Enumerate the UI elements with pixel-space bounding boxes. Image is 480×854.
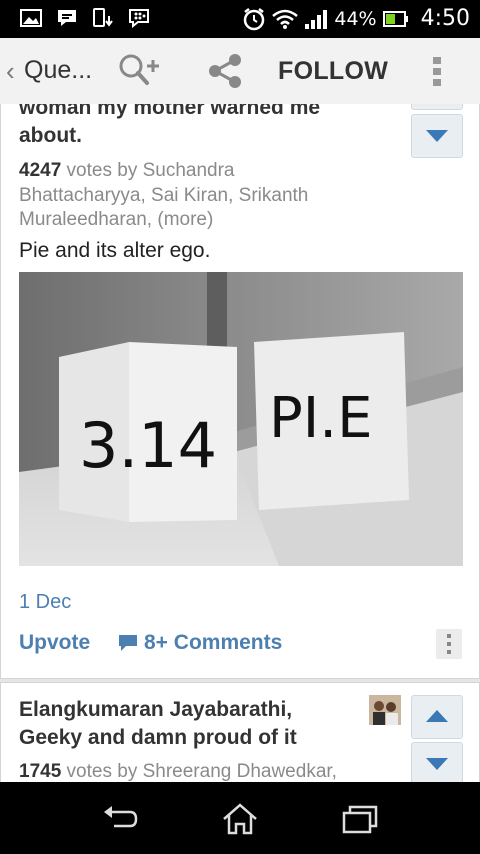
add-user-icon[interactable] — [117, 52, 163, 88]
arrow-up-icon — [426, 710, 448, 722]
gallery-icon — [20, 9, 42, 27]
signal-icon — [305, 9, 328, 29]
overflow-menu-icon — [447, 634, 451, 654]
upvote-arrow-button[interactable] — [411, 695, 463, 739]
downvote-arrow-button[interactable] — [411, 114, 463, 158]
answer-card: woman my mother warned me about. 4247 vo… — [0, 104, 480, 679]
answer-text: Pie and its alter ego. — [19, 239, 211, 262]
battery-icon — [382, 10, 408, 27]
answer-card: Elangkumaran Jayabarathi, Geeky and damn… — [0, 682, 480, 793]
action-bar: ‹ Que... FOLLOW — [0, 38, 480, 105]
share-icon[interactable] — [205, 52, 245, 90]
arrow-down-icon — [426, 130, 448, 142]
comments-button[interactable]: 8+ Comments — [118, 631, 282, 655]
page-title[interactable]: Que... — [24, 56, 92, 85]
alarm-icon — [244, 7, 265, 30]
answer-menu-button[interactable] — [436, 629, 462, 659]
votes-summary-line3[interactable]: Muraleedharan, (more) — [19, 207, 399, 232]
photo-handwritten-right: PI.E — [269, 386, 372, 451]
navigation-bar — [0, 782, 480, 854]
upvote-button[interactable]: Upvote — [19, 631, 90, 655]
answer-author-credential[interactable]: woman my mother warned me about. — [19, 104, 399, 150]
answer-photo[interactable]: 3.14 PI.E — [19, 272, 463, 566]
votes-summary[interactable]: 1745 votes by Shreerang Dhawedkar, — [19, 759, 399, 784]
avatar-photo — [369, 695, 401, 725]
photo-handwritten-left: 3.14 — [79, 409, 217, 482]
follow-button[interactable]: FOLLOW — [278, 57, 388, 86]
back-chevron-icon[interactable]: ‹ — [6, 56, 15, 87]
bbm-icon — [129, 9, 149, 28]
status-bar: 44% 4:50 — [0, 0, 480, 38]
chat-icon — [58, 10, 76, 26]
votes-summary[interactable]: 4247 votes by Suchandra — [19, 158, 399, 183]
phone-download-icon — [93, 8, 113, 27]
avatar[interactable] — [369, 695, 401, 725]
comment-bubble-icon — [119, 635, 137, 651]
recent-apps-icon[interactable] — [340, 802, 380, 836]
clock: 4:50 — [420, 6, 470, 31]
home-icon[interactable] — [220, 802, 260, 836]
answer-date[interactable]: 1 Dec — [19, 591, 71, 614]
overflow-menu-icon[interactable] — [430, 56, 444, 88]
battery-percent: 44% — [334, 7, 377, 30]
wifi-icon — [272, 9, 299, 29]
arrow-down-icon — [426, 758, 448, 770]
votes-summary-line2: Bhattacharyya, Sai Kiran, Srikanth — [19, 185, 309, 206]
downvote-arrow-button[interactable] — [411, 742, 463, 786]
answer-author-credential[interactable]: Elangkumaran Jayabarathi, Geeky and damn… — [19, 696, 349, 752]
upvote-arrow-button[interactable] — [411, 104, 463, 110]
back-icon[interactable] — [100, 802, 140, 836]
